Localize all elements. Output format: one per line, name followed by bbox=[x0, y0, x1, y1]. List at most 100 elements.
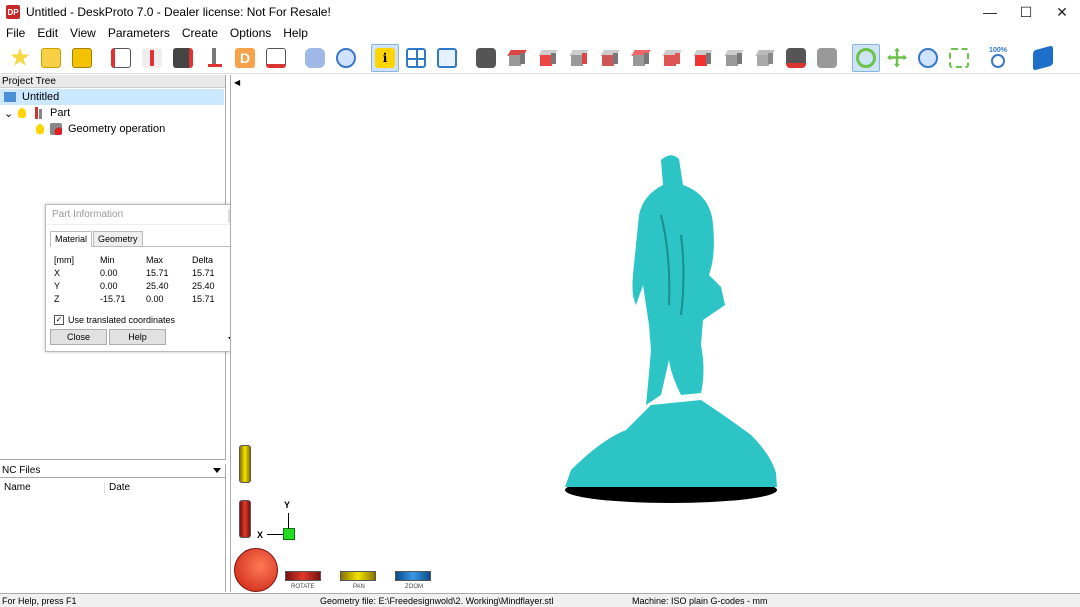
menu-file[interactable]: File bbox=[0, 26, 31, 40]
view-iso-button[interactable] bbox=[503, 44, 531, 72]
tree-item-operation-label: Geometry operation bbox=[68, 123, 166, 135]
translated-coordinates-checkbox[interactable]: ✓ Use translated coordinates bbox=[54, 315, 244, 325]
part-information-dialog: Part Information Material Geometry [mm] … bbox=[45, 204, 245, 352]
lightbulb-icon[interactable] bbox=[18, 108, 26, 118]
view-wire-button[interactable] bbox=[751, 44, 779, 72]
menu-options[interactable]: Options bbox=[224, 26, 277, 40]
nc-files-title: NC Files bbox=[2, 465, 41, 476]
pan-nav-button[interactable] bbox=[340, 571, 376, 581]
minimize-button[interactable]: — bbox=[972, 0, 1008, 24]
menu-help[interactable]: Help bbox=[277, 26, 314, 40]
pan-mode-button[interactable] bbox=[883, 44, 911, 72]
part-information-title: Part Information bbox=[46, 205, 244, 225]
view-front-button[interactable] bbox=[534, 44, 562, 72]
tab-geometry[interactable]: Geometry bbox=[93, 231, 143, 246]
table-cell: 0.00 bbox=[100, 280, 118, 291]
model-figure bbox=[632, 155, 725, 405]
preview-button[interactable] bbox=[433, 44, 461, 72]
title-bar: DP Untitled - DeskProto 7.0 - Dealer lic… bbox=[0, 0, 1080, 24]
menu-edit[interactable]: Edit bbox=[31, 26, 64, 40]
save-project-button[interactable] bbox=[68, 44, 96, 72]
view-solid-button[interactable] bbox=[720, 44, 748, 72]
export-button[interactable] bbox=[262, 44, 290, 72]
tab-material[interactable]: Material bbox=[50, 231, 93, 247]
menu-create[interactable]: Create bbox=[176, 26, 224, 40]
table-cell: -15.71 bbox=[100, 293, 126, 304]
import-geometry-button[interactable] bbox=[107, 44, 135, 72]
part-info-tabs: Material Geometry bbox=[50, 231, 240, 247]
dropdown-arrow-icon[interactable] bbox=[213, 468, 221, 473]
part-button[interactable] bbox=[138, 44, 166, 72]
view-left-button[interactable] bbox=[596, 44, 624, 72]
part-icon bbox=[142, 47, 162, 68]
maximize-button[interactable]: ☐ bbox=[1008, 0, 1044, 24]
table-cell: 15.71 bbox=[146, 267, 169, 278]
menu-parameters[interactable]: Parameters bbox=[102, 26, 176, 40]
zoom-fit-icon bbox=[991, 54, 1005, 68]
tree-item-untitled[interactable]: Untitled bbox=[0, 89, 224, 105]
lightbulb-icon[interactable] bbox=[36, 124, 44, 134]
camera-button[interactable] bbox=[472, 44, 500, 72]
nc-col-name[interactable]: Name bbox=[0, 482, 104, 493]
expand-chevron-icon[interactable]: ⌄ bbox=[4, 107, 18, 120]
nc-col-date[interactable]: Date bbox=[104, 481, 224, 493]
nc-files-header[interactable]: NC Files bbox=[0, 464, 225, 478]
checkbox-box[interactable]: ✓ bbox=[54, 315, 64, 325]
view-right-button[interactable] bbox=[627, 44, 655, 72]
tool-button[interactable] bbox=[200, 44, 228, 72]
info-button[interactable]: i bbox=[371, 43, 399, 72]
help-button[interactable]: Help bbox=[109, 329, 166, 345]
view-back-button[interactable] bbox=[565, 44, 593, 72]
tree-item-geometry-operation[interactable]: Geometry operation bbox=[36, 121, 165, 137]
view-bottom-button[interactable] bbox=[689, 44, 717, 72]
table-cell: Y bbox=[54, 280, 61, 291]
3d-model bbox=[565, 155, 777, 503]
tool-icon bbox=[204, 47, 224, 68]
folder-icon bbox=[41, 47, 61, 68]
cube-top-icon bbox=[662, 48, 682, 68]
axis-y-label: Y bbox=[284, 500, 291, 510]
zoom-window-button[interactable] bbox=[945, 44, 973, 72]
window-title: Untitled - DeskProto 7.0 - Dealer licens… bbox=[26, 5, 331, 19]
save-icon bbox=[72, 47, 92, 68]
3d-viewport[interactable]: ◀ Y X ROTATE PAN ZOOM bbox=[230, 75, 1080, 592]
pan-label: PAN bbox=[353, 584, 365, 590]
table-row: Z -15.71 0.00 15.71 bbox=[54, 292, 238, 305]
rotate-mode-button[interactable] bbox=[852, 43, 880, 72]
inspect-button[interactable] bbox=[332, 44, 360, 72]
axis-cube-icon bbox=[283, 528, 295, 540]
menu-view[interactable]: View bbox=[64, 26, 102, 40]
bitmap-button[interactable] bbox=[169, 44, 197, 72]
nc-files-panel: NC Files Name Date bbox=[0, 464, 226, 592]
new-project-button[interactable] bbox=[6, 44, 34, 72]
camera-icon bbox=[476, 47, 496, 68]
model-base bbox=[565, 400, 777, 487]
help-book-button[interactable] bbox=[1029, 44, 1057, 72]
eraser-icon bbox=[305, 47, 325, 68]
open-project-button[interactable] bbox=[37, 44, 65, 72]
layout-button[interactable] bbox=[402, 44, 430, 72]
operation-error-icon bbox=[50, 123, 62, 135]
dimensions-table: [mm] Min Max Delta X 0.00 15.71 15.71 Y … bbox=[54, 253, 238, 305]
rotation-wheel[interactable] bbox=[234, 548, 278, 592]
zoom-mode-button[interactable] bbox=[914, 44, 942, 72]
close-button[interactable]: ✕ bbox=[1044, 0, 1080, 24]
print-button[interactable] bbox=[813, 44, 841, 72]
2d-button[interactable]: D bbox=[231, 44, 259, 72]
zoom-slider-yellow[interactable] bbox=[239, 445, 251, 483]
table-cell: Min bbox=[100, 254, 115, 265]
close-dialog-button[interactable]: Close bbox=[50, 329, 107, 345]
view-top-button[interactable] bbox=[658, 44, 686, 72]
table-cell: 0.00 bbox=[100, 267, 118, 278]
bitmap-icon bbox=[173, 47, 193, 68]
zoom-nav-button[interactable] bbox=[395, 571, 431, 581]
rotate-nav-button[interactable] bbox=[285, 571, 321, 581]
zoom-100-button[interactable]: 100% bbox=[984, 44, 1012, 72]
toolbar: D i 100% bbox=[0, 42, 1080, 74]
eraser-button[interactable] bbox=[301, 44, 329, 72]
print-icon bbox=[817, 47, 837, 68]
screenshot-button[interactable] bbox=[782, 44, 810, 72]
cube-front-icon bbox=[538, 48, 558, 68]
tree-item-part[interactable]: ⌄ Part bbox=[4, 105, 70, 121]
rotate-slider-red[interactable] bbox=[239, 500, 251, 538]
